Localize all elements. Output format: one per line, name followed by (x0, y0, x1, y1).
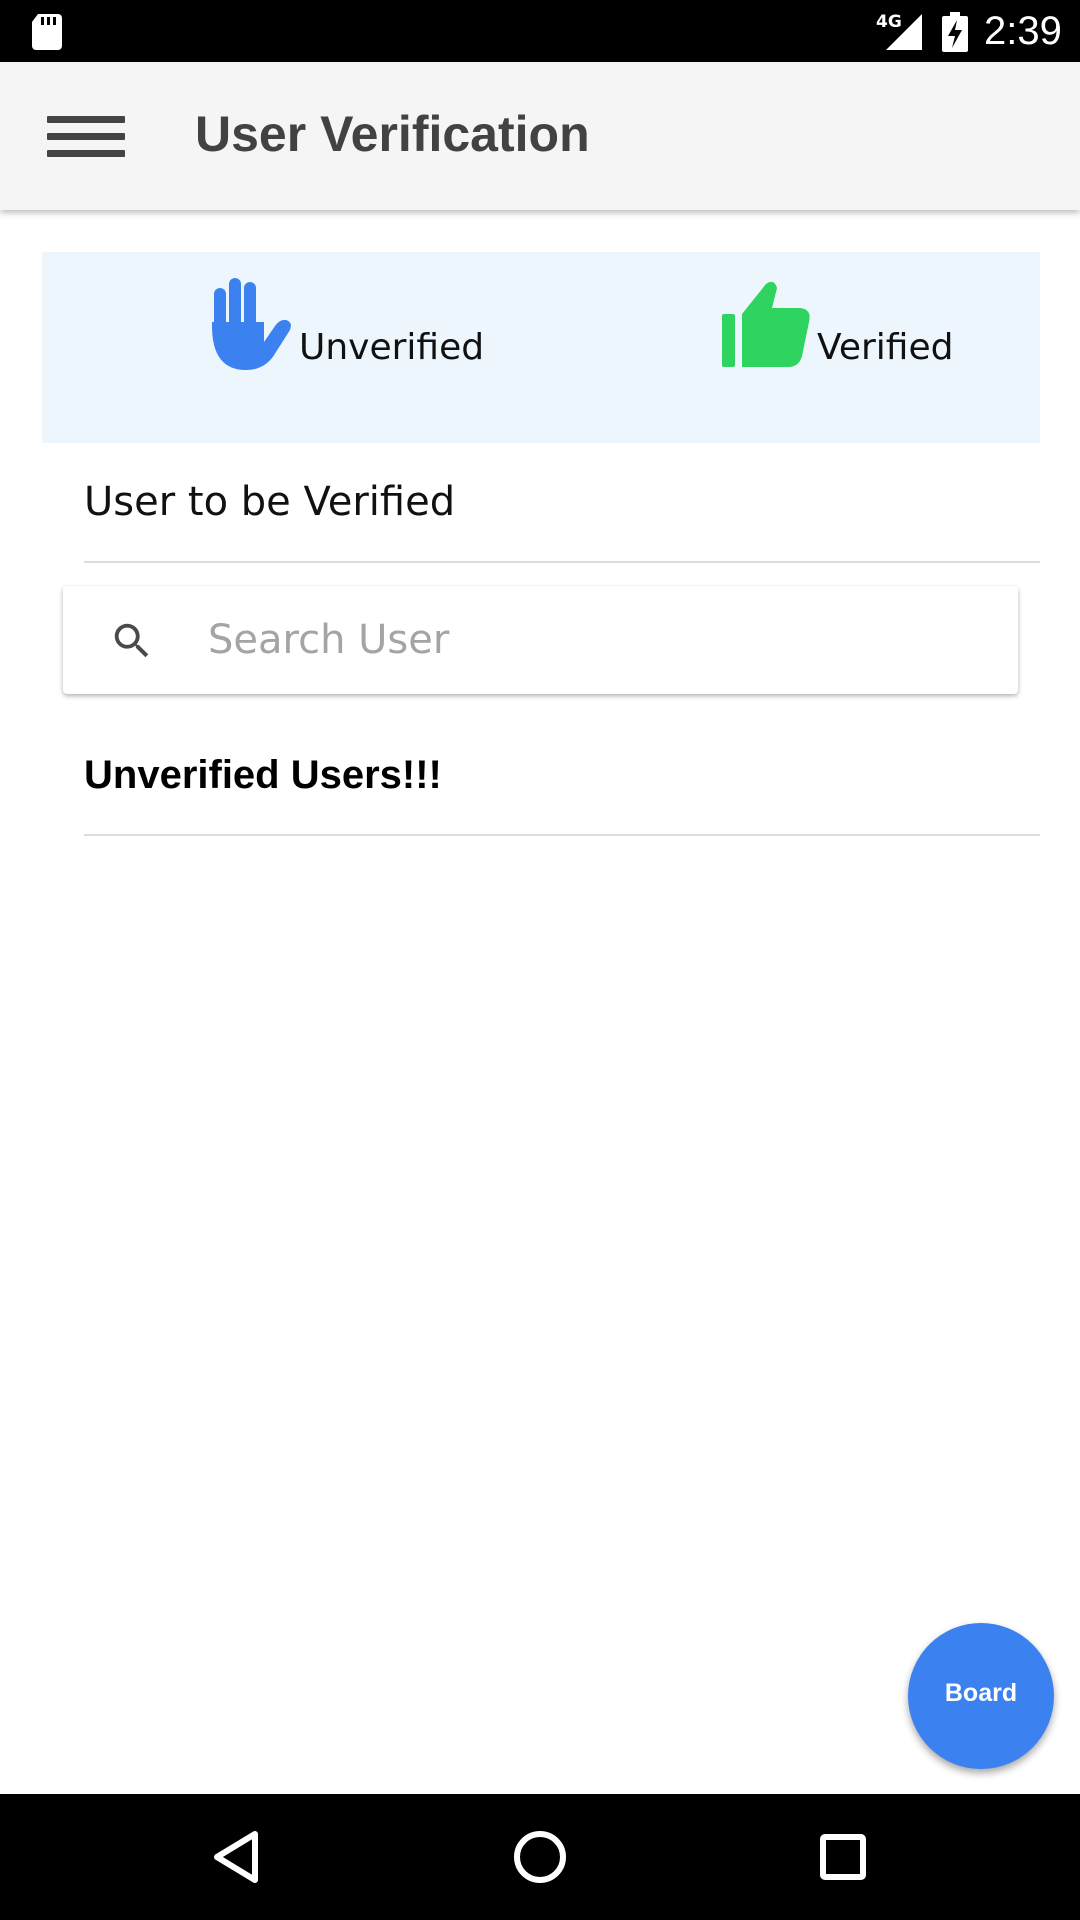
battery-charging-icon (942, 12, 968, 52)
home-icon[interactable] (505, 1822, 575, 1892)
recents-icon[interactable] (808, 1822, 878, 1892)
signal-icon (886, 14, 922, 50)
page-title: User Verification (195, 106, 590, 162)
section-title: User to be Verified (84, 479, 456, 525)
app-bar: User Verification (0, 62, 1080, 210)
thumbs-up-icon (722, 282, 810, 367)
hand-icon (212, 278, 291, 370)
sd-card-icon (32, 14, 62, 50)
back-icon[interactable] (203, 1822, 273, 1892)
status-bar: 4G 2:39 (0, 0, 1080, 62)
list-title: Unverified Users!!! (84, 753, 442, 797)
tab-verified[interactable]: Verified (676, 272, 966, 392)
divider (84, 834, 1040, 836)
tab-verified-label: Verified (817, 327, 954, 368)
search-icon[interactable] (109, 618, 155, 664)
divider (84, 561, 1040, 563)
tab-unverified[interactable]: Unverified (160, 272, 484, 392)
board-button[interactable]: Board (908, 1623, 1054, 1769)
search-input[interactable] (208, 604, 988, 676)
navigation-bar (0, 1794, 1080, 1920)
tab-unverified-label: Unverified (299, 327, 485, 368)
clock: 2:39 (984, 9, 1062, 53)
search-bar (63, 586, 1018, 694)
board-button-label: Board (944, 1679, 1018, 1707)
hamburger-menu-icon[interactable] (36, 102, 136, 172)
verification-tabs: Unverified Verified (42, 252, 1040, 443)
